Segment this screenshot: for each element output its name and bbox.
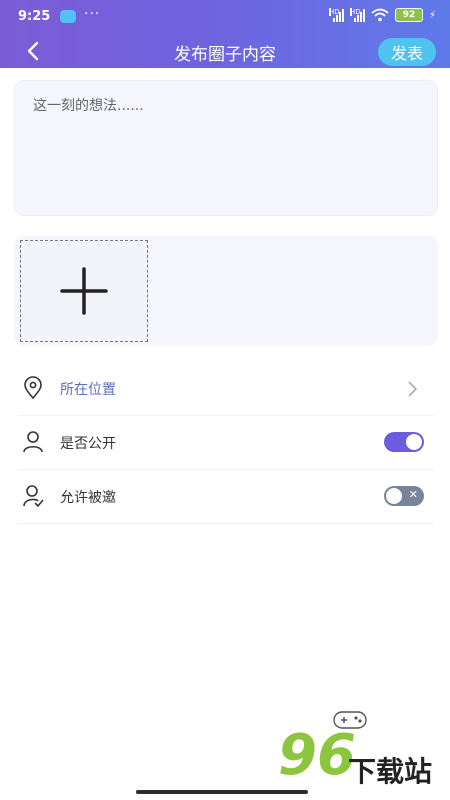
home-indicator[interactable] xyxy=(136,790,308,794)
status-bar: 9:25 ··· HD HD 92 ⚡ xyxy=(0,0,450,34)
hd-label-2: HD xyxy=(349,8,361,16)
location-row[interactable]: 所在位置 xyxy=(18,362,434,416)
invite-row: 允许被邀 ✕ xyxy=(18,470,434,524)
public-row: 是否公开 xyxy=(18,416,434,470)
location-label: 所在位置 xyxy=(60,382,116,398)
signal-icon-2: HD xyxy=(349,8,365,22)
publish-button[interactable]: 发表 xyxy=(378,38,436,66)
toggle-knob xyxy=(406,434,422,450)
toggle-knob xyxy=(386,488,402,504)
status-icons: HD HD 92 ⚡ xyxy=(328,8,436,22)
location-pin-icon xyxy=(24,376,42,400)
wifi-icon xyxy=(371,8,389,22)
plus-icon xyxy=(60,267,108,315)
public-label: 是否公开 xyxy=(60,436,116,452)
signal-icon: HD xyxy=(328,8,344,22)
user-check-icon xyxy=(23,485,44,508)
post-text-area[interactable]: 这一刻的想法...... xyxy=(14,80,438,216)
header-bar: 9:25 ··· HD HD 92 ⚡ 发布圈子内容 发表 xyxy=(0,0,450,68)
image-upload-area xyxy=(14,236,438,346)
toggle-off-x-icon: ✕ xyxy=(408,488,418,501)
chevron-right-icon xyxy=(408,381,418,397)
add-image-button[interactable] xyxy=(20,240,148,342)
watermark-number: 96 xyxy=(278,723,356,788)
invite-label: 允许被邀 xyxy=(60,490,116,506)
invite-toggle[interactable]: ✕ xyxy=(384,486,424,506)
nav-bar: 发布圈子内容 发表 xyxy=(0,34,450,68)
hd-label: HD xyxy=(328,8,340,16)
post-placeholder: 这一刻的想法...... xyxy=(33,98,144,114)
site-watermark: 96 下载站 xyxy=(272,700,450,800)
battery-icon: 92 xyxy=(394,8,423,22)
status-time: 9:25 xyxy=(18,9,51,24)
watermark-text: 下载站 xyxy=(348,755,433,788)
charging-icon: ⚡ xyxy=(428,9,436,21)
public-toggle[interactable] xyxy=(384,432,424,452)
message-icon xyxy=(60,10,76,23)
user-icon xyxy=(23,431,43,453)
more-notifications-icon: ··· xyxy=(84,6,101,22)
